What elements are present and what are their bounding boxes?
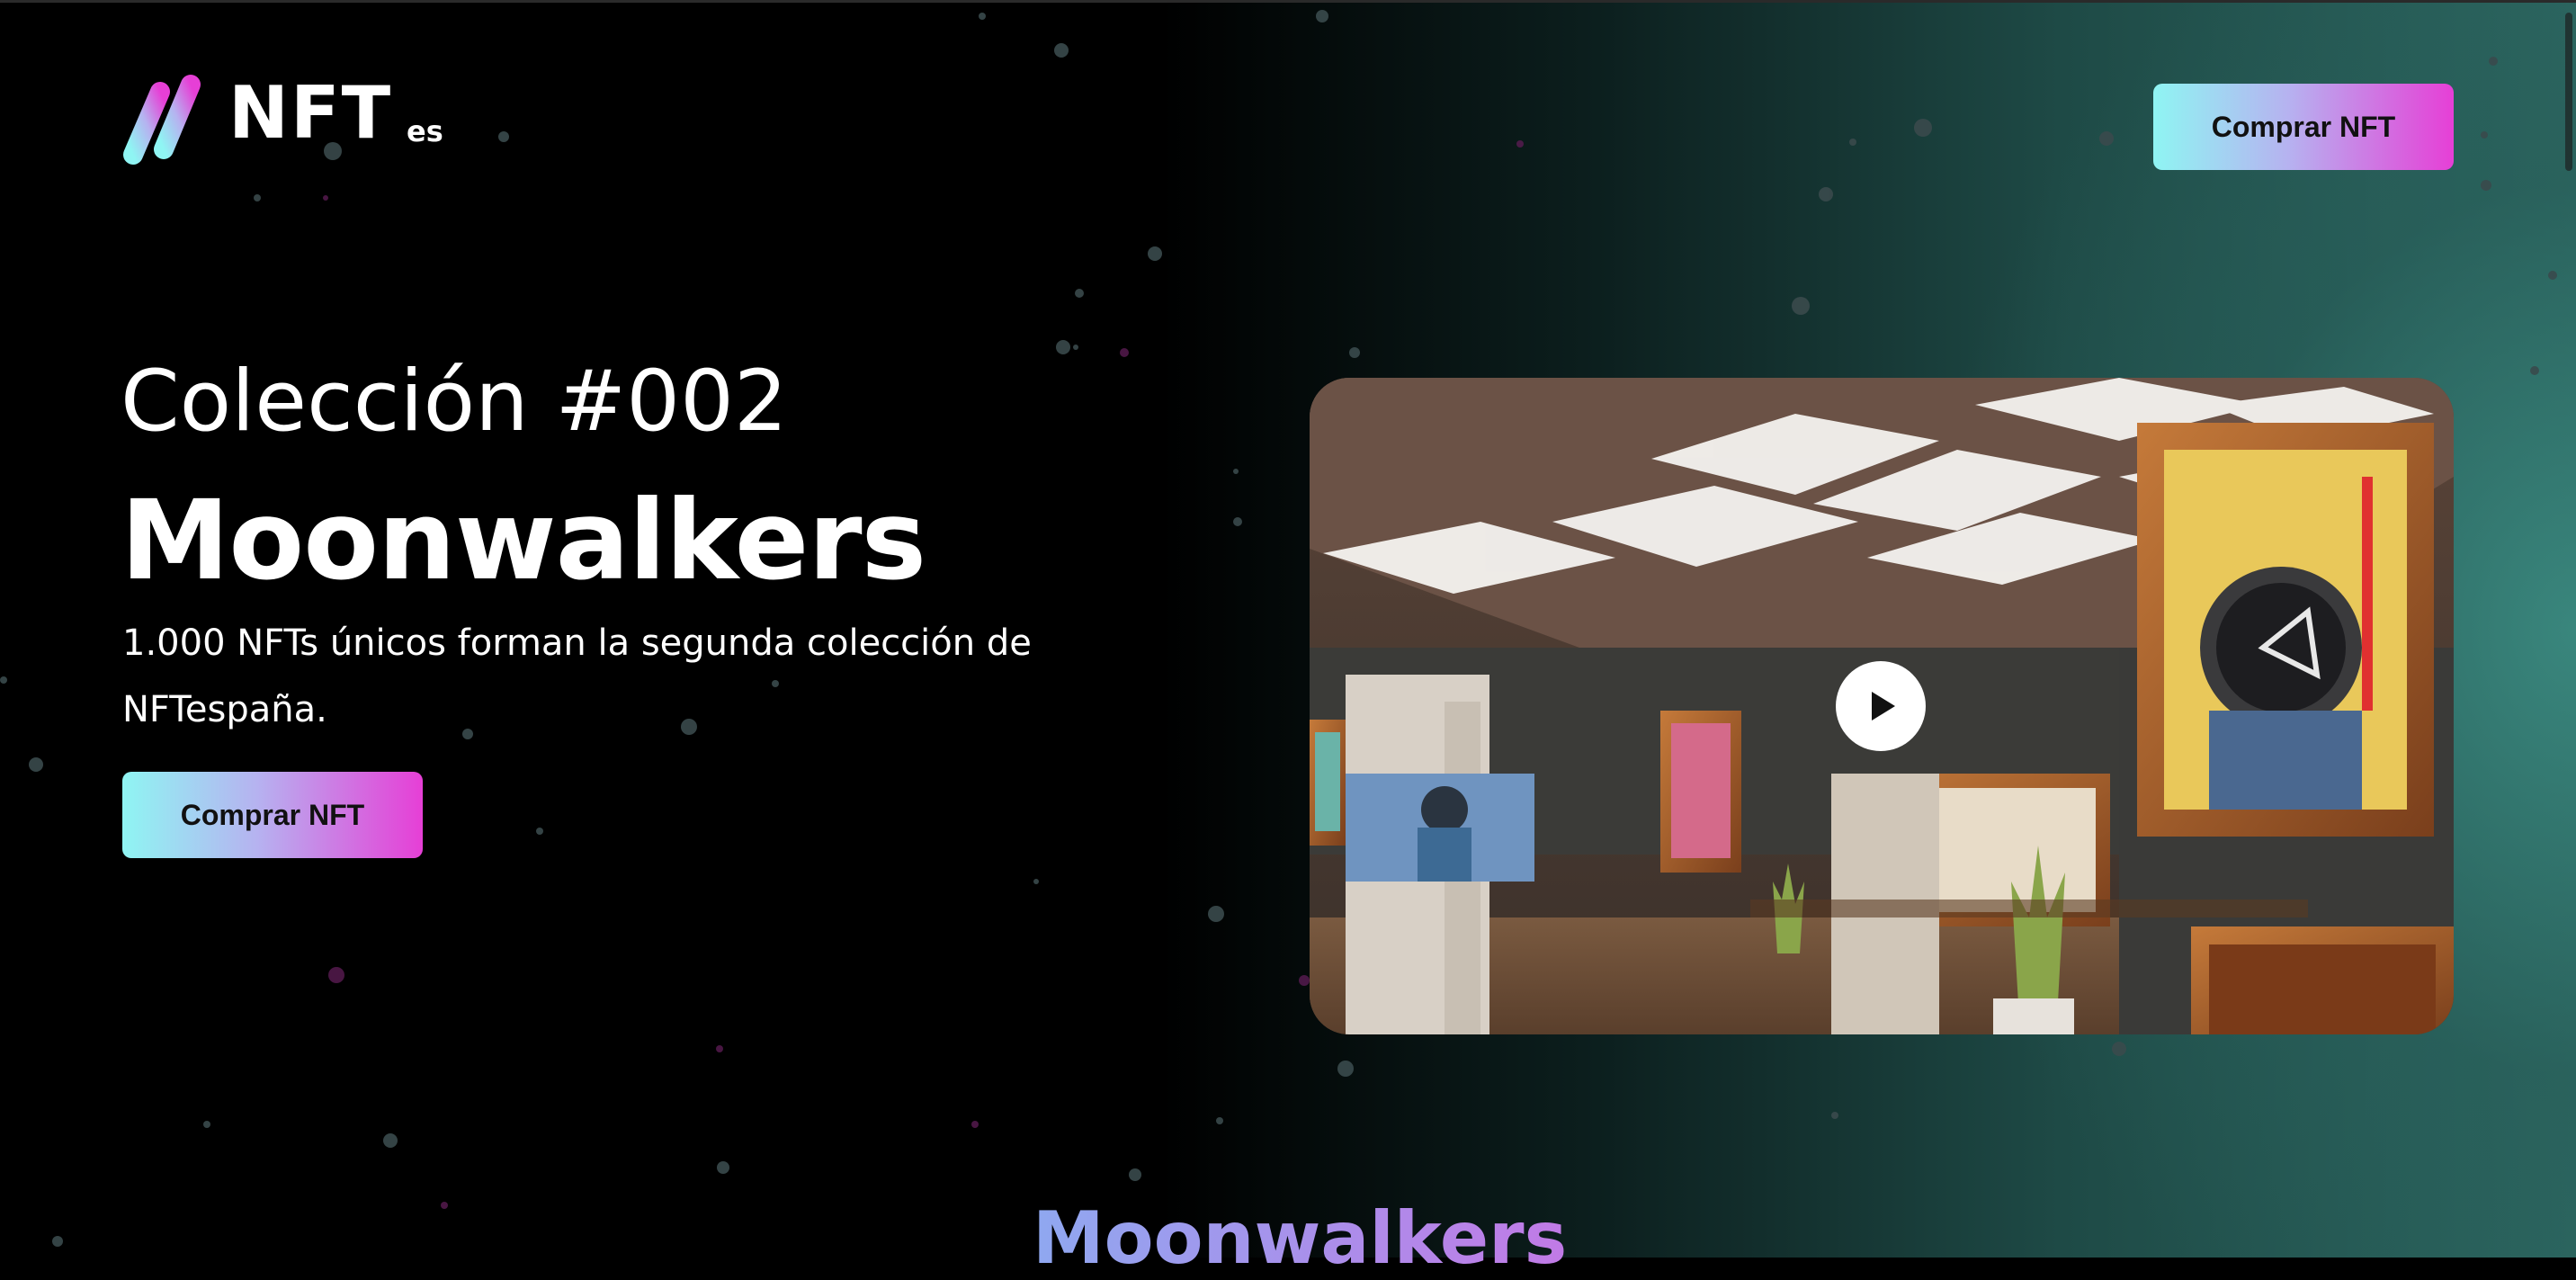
section-title: Moonwalkers (1033, 1196, 1568, 1280)
logo-brand-text: NFT (228, 71, 393, 155)
hero-buy-nft-button[interactable]: Comprar NFT (122, 772, 423, 858)
logo-suffix-text: es (407, 114, 443, 148)
play-button[interactable] (1836, 661, 1926, 751)
video-thumbnail[interactable] (1310, 378, 2454, 1034)
header-buy-nft-button[interactable]: Comprar NFT (2153, 84, 2454, 170)
play-icon (1872, 692, 1895, 721)
scrollbar[interactable] (2565, 13, 2572, 171)
collection-subtitle: Colección #002 (121, 353, 788, 451)
collection-description: 1.000 NFTs únicos forman la segunda cole… (122, 622, 1032, 730)
collection-title: Moonwalkers (121, 477, 926, 604)
brand-logo[interactable]: NFT es (121, 72, 462, 166)
logo-mark-icon (123, 75, 201, 165)
